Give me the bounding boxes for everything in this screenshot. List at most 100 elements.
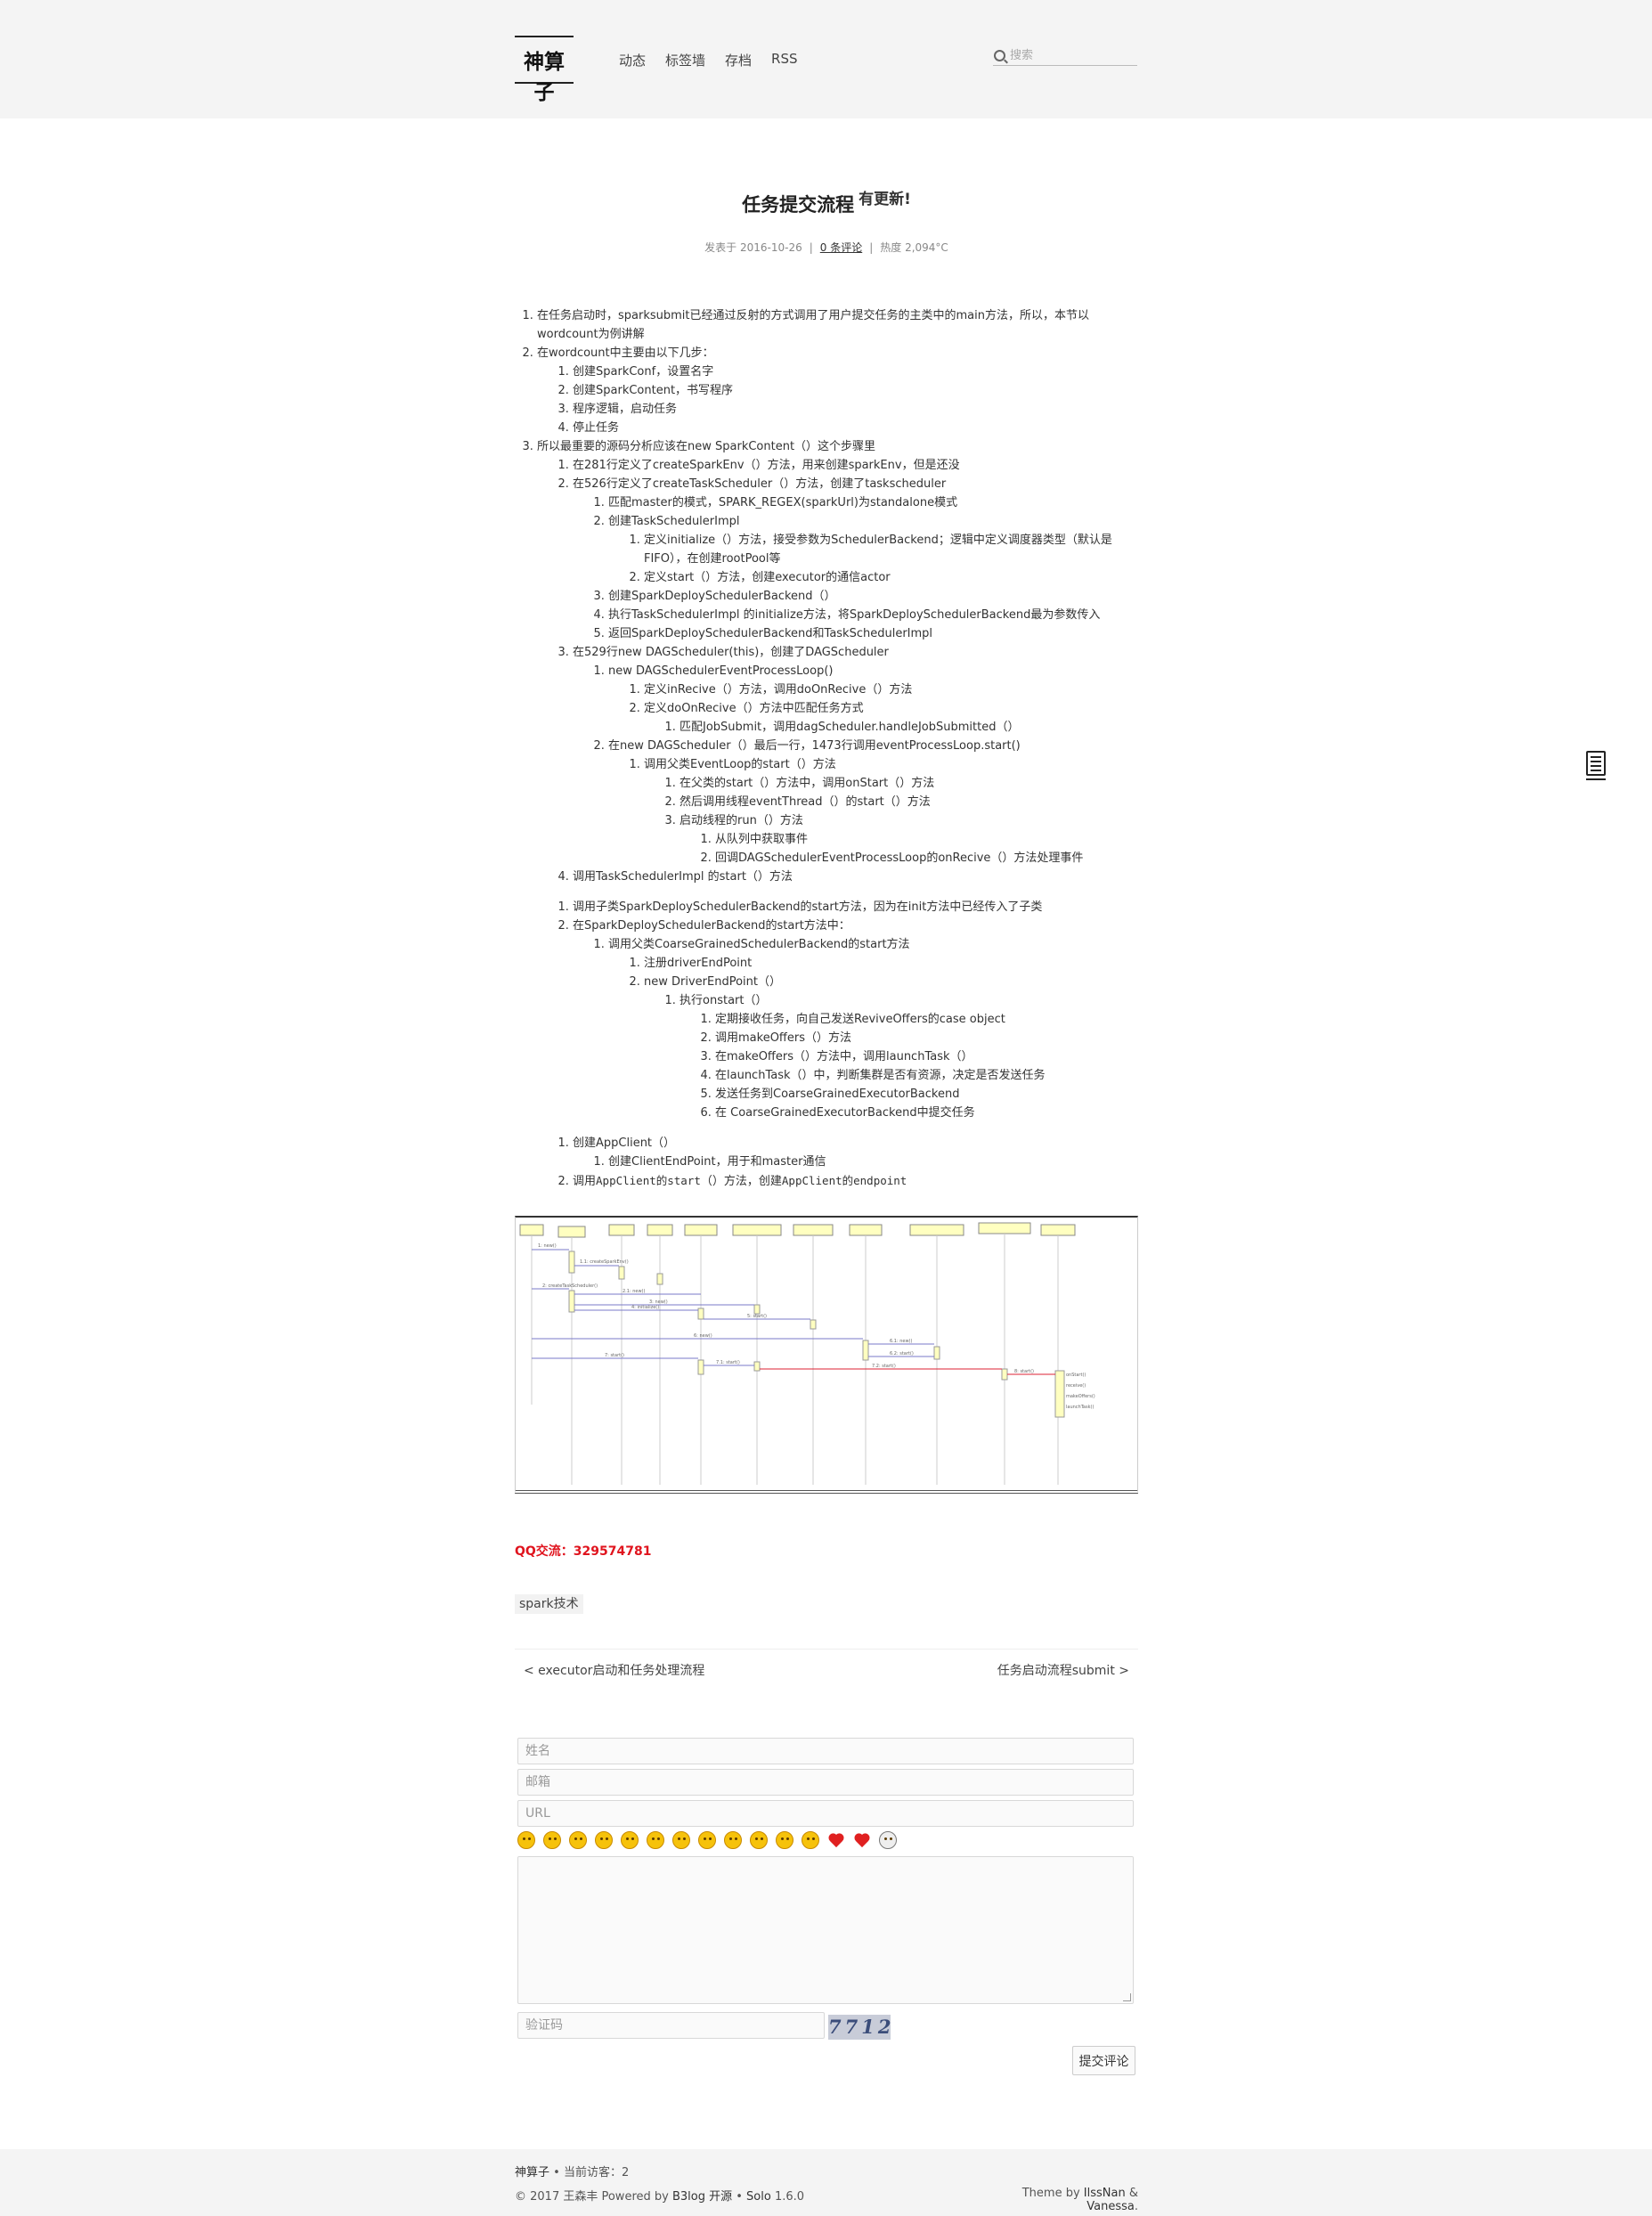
svg-text:1: new(): 1: new(): [538, 1243, 557, 1249]
sequence-diagram-image: 1: new() 1.1: createSparkEnv() 2: createT…: [515, 1216, 1138, 1494]
footer-bullet: •: [732, 2190, 747, 2204]
theme-name-link[interactable]: Vanessa: [1086, 2200, 1135, 2213]
wink-emoji[interactable]: [724, 1831, 742, 1849]
visitor-count: • 当前访客：2: [549, 2166, 630, 2179]
list-item-text: new DAGSchedulerEventProcessLoop(): [608, 664, 834, 678]
list-item: 调用makeOffers（）方法: [715, 1029, 1138, 1047]
comment-textarea[interactable]: [517, 1856, 1134, 2004]
sub-list: 在父类的start（）方法中，调用onStart（）方法 然后调用线程event…: [644, 774, 1138, 868]
list-item: 定义doOnRecive（）方法中匹配任务方式 匹配JobSubmit，调用da…: [644, 699, 1138, 737]
shock-emoji[interactable]: [621, 1831, 639, 1849]
list-item-text: 所以最重要的源码分析应该在new SparkContent（）这个步骤里: [537, 440, 876, 453]
list-item: 在makeOffers（）方法中，调用launchTask（）: [715, 1047, 1138, 1066]
email-input[interactable]: [517, 1769, 1134, 1796]
theme-amp: &: [1125, 2187, 1138, 2200]
search-icon[interactable]: [994, 50, 1005, 61]
list-item-text: 在529行new DAGScheduler(this)，创建了DAGSchedu…: [573, 646, 889, 659]
frown-emoji[interactable]: [595, 1831, 613, 1849]
toc-list-icon[interactable]: [1586, 751, 1606, 780]
list-item: 注册driverEndPoint: [644, 954, 1138, 973]
svg-text:onStart(): onStart(): [1066, 1373, 1086, 1378]
list-item-text: 在wordcount中主要由以下几步：: [537, 346, 714, 360]
intro-list: 在任务启动时，sparksubmit已经通过反射的方式调用了用户提交任务的主类中…: [515, 306, 1138, 886]
heart-emoji[interactable]: [827, 1831, 845, 1849]
list-item-text: 调用父类EventLoop的start（）方法: [644, 758, 836, 771]
list-item: 在529行new DAGScheduler(this)，创建了DAGSchedu…: [573, 643, 1138, 868]
list-item-text: 调用父类CoarseGrainedSchedulerBackend的start方…: [608, 938, 910, 951]
url-input[interactable]: [517, 1800, 1134, 1827]
list-item: 停止任务: [573, 419, 1138, 437]
list-item: 然后调用线程eventThread（）的start（）方法: [680, 793, 1138, 811]
cool-emoji[interactable]: [776, 1831, 793, 1849]
updated-badge: 有更新!: [859, 191, 911, 208]
sub-list: 从队列中获取事件 回调DAGSchedulerEventProcessLoop的…: [680, 830, 1138, 868]
skull-emoji[interactable]: [879, 1831, 897, 1849]
list-item: 定期接收任务，向自己发送ReviveOffers的case object: [715, 1010, 1138, 1029]
surprise-emoji[interactable]: [750, 1831, 768, 1849]
article-title[interactable]: 任务提交流程: [742, 194, 854, 216]
section3-list: 创建AppClient（） 创建ClientEndPoint，用于和master…: [515, 1134, 1138, 1191]
list-item: 所以最重要的源码分析应该在new SparkContent（）这个步骤里 在28…: [537, 437, 1138, 886]
theme-author-link[interactable]: IlssNan: [1084, 2187, 1126, 2200]
nav-dynamics[interactable]: 动态: [619, 51, 646, 69]
list-item-text: 在new DAGScheduler（）最后一行，1473行调用eventProc…: [608, 739, 1021, 753]
list-item: 定义inRecive（）方法，调用doOnRecive（）方法: [644, 680, 1138, 699]
smile-emoji[interactable]: [517, 1831, 535, 1849]
broken-heart-emoji[interactable]: [853, 1831, 871, 1849]
resize-handle[interactable]: [1123, 1993, 1131, 2001]
list-item: 定义start（）方法，创建executor的通信actor: [644, 568, 1138, 587]
list-item-text: 在526行定义了createTaskScheduler（）方法，创建了tasks…: [573, 477, 947, 491]
sub-list: 执行onstart（） 定期接收任务，向自己发送ReviveOffers的cas…: [644, 991, 1138, 1122]
captcha-input[interactable]: [517, 2012, 825, 2039]
nav-tag-wall[interactable]: 标签墙: [665, 51, 705, 69]
svg-text:1.1: createSparkEnv(): 1.1: createSparkEnv(): [580, 1259, 629, 1265]
footer-line-1: 神算子 • 当前访客：2: [515, 2163, 629, 2179]
sub-list: 匹配master的模式，SPARK_REGEX(sparkUrl)为standa…: [573, 493, 1138, 643]
list-item-text: 在SparkDeploySchedulerBackend的start方法中：: [573, 919, 850, 933]
nav-archive[interactable]: 存档: [725, 51, 752, 69]
list-item: 在new DAGScheduler（）最后一行，1473行调用eventProc…: [608, 737, 1138, 868]
sweat-emoji[interactable]: [698, 1831, 716, 1849]
b3log-link[interactable]: B3log 开源: [672, 2190, 732, 2204]
sequence-diagram-drawing: 1: new() 1.1: createSparkEnv() 2: createT…: [519, 1222, 1095, 1485]
list-item: 在281行定义了createSparkEnv（）方法，用来创建sparkEnv，…: [573, 456, 1138, 475]
blush-emoji[interactable]: [672, 1831, 690, 1849]
site-logo-text[interactable]: 神算子: [515, 45, 574, 105]
captcha-image[interactable]: 7712: [828, 2015, 891, 2040]
sub-list: 注册driverEndPoint new DriverEndPoint（） 执行…: [608, 954, 1138, 1122]
footer-site-link[interactable]: 神算子: [515, 2166, 549, 2179]
list-item-text: new DriverEndPoint（）: [644, 975, 781, 989]
list-item: 从队列中获取事件: [715, 830, 1138, 849]
search-input[interactable]: [1010, 47, 1135, 63]
sub-list: 创建ClientEndPoint，用于和master通信: [573, 1153, 1138, 1171]
nav-rss[interactable]: RSS: [771, 51, 797, 69]
article-pager: < executor启动和任务处理流程 任务启动流程submit >: [515, 1649, 1138, 1687]
list-item: 回调DAGSchedulerEventProcessLoop的onRecive（…: [715, 849, 1138, 868]
laugh-emoji[interactable]: [543, 1831, 561, 1849]
next-article-link[interactable]: 任务启动流程submit >: [997, 1661, 1129, 1679]
comments-link[interactable]: 0 条评论: [820, 241, 862, 254]
tongue-emoji[interactable]: [647, 1831, 664, 1849]
svg-text:2.1: new(): 2.1: new(): [623, 1289, 646, 1294]
footer-line-2: © 2017 王森丰 Powered by B3log 开源 • Solo 1.…: [515, 2187, 804, 2204]
sub-list: 定义inRecive（）方法，调用doOnRecive（）方法 定义doOnRe…: [608, 680, 1138, 737]
svg-text:6.1: new(): 6.1: new(): [890, 1339, 913, 1344]
grin-emoji[interactable]: [569, 1831, 587, 1849]
list-item: new DAGSchedulerEventProcessLoop() 定义inR…: [608, 662, 1138, 737]
kiss-emoji[interactable]: [802, 1831, 819, 1849]
list-item: 调用父类EventLoop的start（）方法 在父类的start（）方法中，调…: [644, 755, 1138, 868]
list-item: 创建AppClient（） 创建ClientEndPoint，用于和master…: [573, 1134, 1138, 1171]
list-item-text: （）方法，创建: [700, 1175, 782, 1188]
prev-article-link[interactable]: < executor启动和任务处理流程: [524, 1661, 704, 1679]
tag-spark[interactable]: spark技术: [515, 1594, 583, 1614]
solo-link[interactable]: Solo: [746, 2190, 771, 2204]
list-item: 执行TaskSchedulerImpl 的initialize方法，将Spark…: [608, 606, 1138, 624]
submit-comment-button[interactable]: 提交评论: [1072, 2046, 1135, 2075]
name-input[interactable]: [517, 1738, 1134, 1764]
list-item: 在任务启动时，sparksubmit已经通过反射的方式调用了用户提交任务的主类中…: [537, 306, 1138, 344]
site-logo[interactable]: 神算子: [515, 36, 574, 104]
sub-list: 定义initialize（）方法，接受参数为SchedulerBackend；逻…: [608, 531, 1138, 587]
list-item-text: 定义doOnRecive（）方法中匹配任务方式: [644, 702, 864, 715]
qq-contact: QQ交流：329574781: [515, 1544, 652, 1559]
svg-text:7.1: start(): 7.1: start(): [716, 1360, 740, 1365]
